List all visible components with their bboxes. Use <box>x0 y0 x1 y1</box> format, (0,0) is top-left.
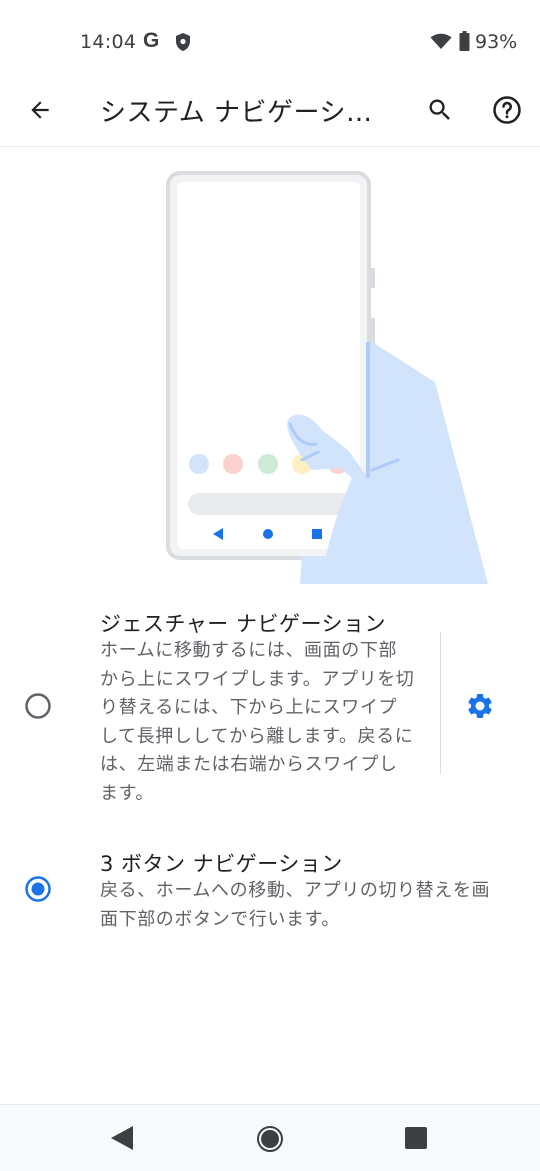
nav-home-button[interactable] <box>256 1125 284 1157</box>
nav-recents-button[interactable] <box>404 1126 428 1154</box>
status-time: 14:04 <box>80 31 137 53</box>
gesture-settings-button[interactable] <box>460 686 500 726</box>
search-icon <box>429 99 450 120</box>
nav-back-icon <box>111 1126 133 1150</box>
option-description: 戻る、ホームへの移動、アプリの切り替えを画 面下部のボタンで行います。 <box>100 880 491 930</box>
nav-home-icon <box>257 1126 283 1152</box>
battery-percent: 93% <box>475 31 518 53</box>
wifi-icon <box>430 33 452 54</box>
option-title: ジェスチャー ナビゲーション <box>100 612 387 636</box>
shield-icon <box>175 32 191 56</box>
back-button[interactable] <box>20 90 60 130</box>
radio-gesture[interactable] <box>24 692 52 720</box>
nav-back-button[interactable] <box>109 1125 135 1155</box>
vertical-divider <box>440 632 441 774</box>
system-nav-bar <box>0 1104 540 1171</box>
option-description: ホームに移動するには、画面の下部 から上にスワイプします。アプリを切 り替えるに… <box>100 640 415 804</box>
option-title: 3 ボタン ナビゲーション <box>100 852 343 876</box>
gear-icon <box>468 693 492 718</box>
page-title: システム ナビゲーシ… <box>100 98 373 128</box>
gesture-illustration <box>166 171 488 584</box>
radio-3-button[interactable] <box>24 875 52 903</box>
app-bar: システム ナビゲーシ… <box>0 84 540 147</box>
search-button[interactable] <box>420 90 460 130</box>
help-icon <box>493 96 521 124</box>
google-icon: G <box>143 29 160 52</box>
nav-recents-icon <box>405 1127 427 1149</box>
back-arrow-icon <box>31 101 49 119</box>
status-bar: 14:04 G 93% <box>0 0 540 84</box>
help-button[interactable] <box>487 90 527 130</box>
battery-icon <box>459 31 470 55</box>
